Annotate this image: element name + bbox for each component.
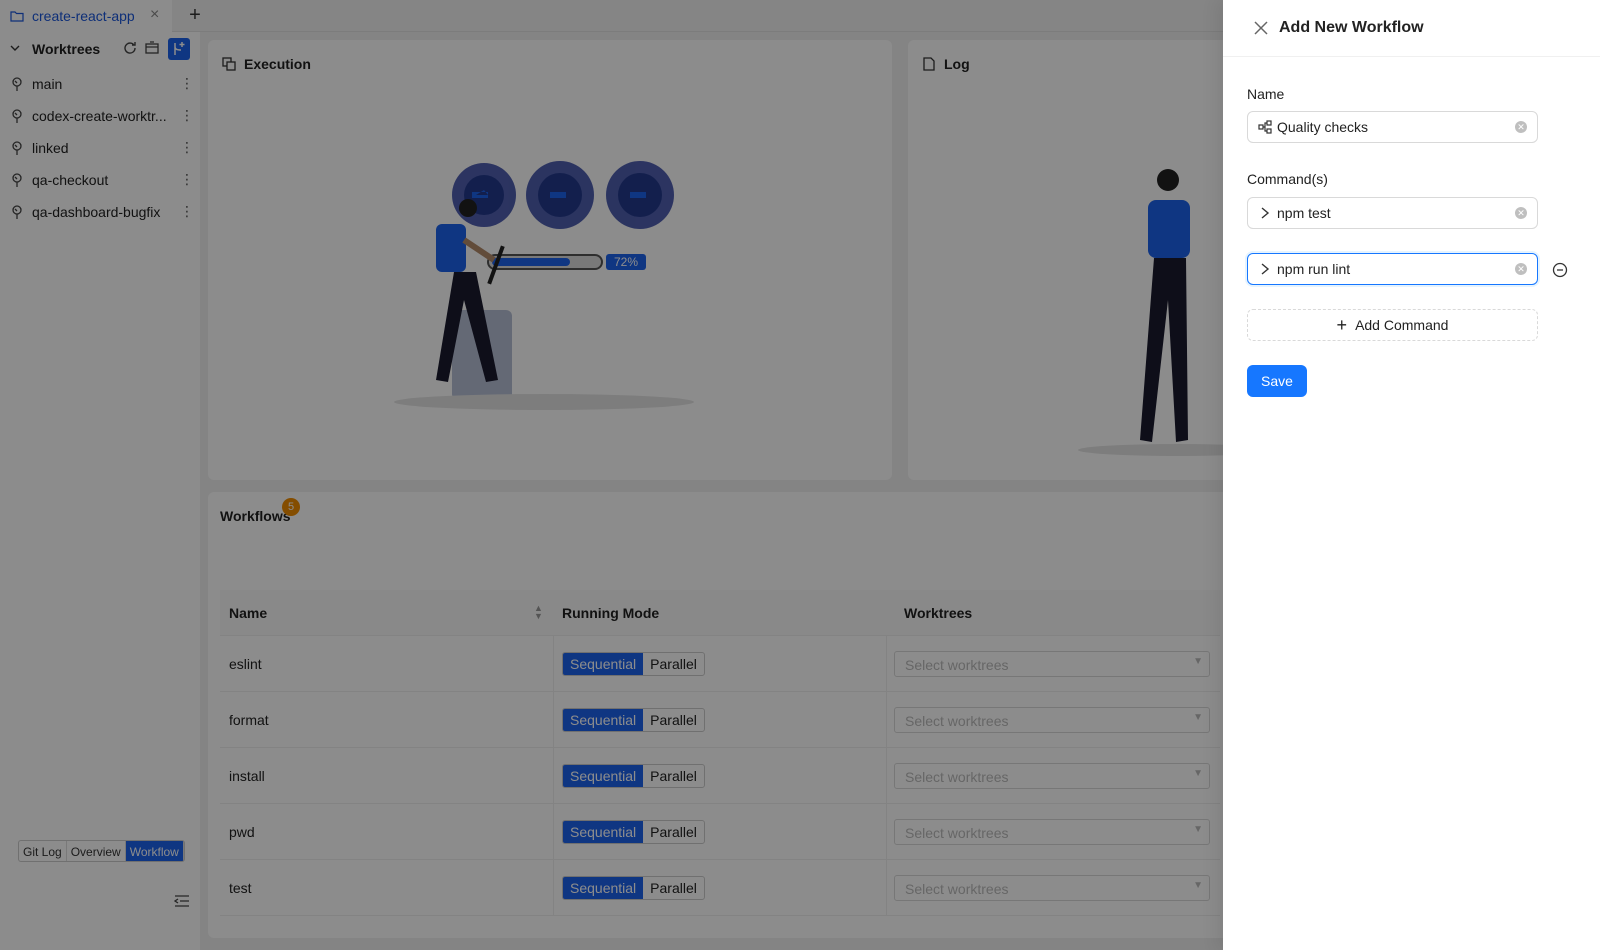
- clear-icon[interactable]: ✕: [1515, 121, 1527, 133]
- name-input[interactable]: [1277, 112, 1507, 142]
- drawer-header: Add New Workflow: [1223, 0, 1600, 57]
- chevron-right-icon: [1261, 263, 1270, 275]
- close-icon[interactable]: [1253, 20, 1269, 36]
- clear-icon[interactable]: ✕: [1515, 207, 1527, 219]
- command-field: ✕: [1247, 197, 1538, 229]
- add-command-label: Add Command: [1355, 317, 1449, 333]
- command-input[interactable]: [1277, 254, 1507, 284]
- chevron-right-icon: [1261, 207, 1270, 219]
- name-label: Name: [1247, 86, 1285, 102]
- save-button[interactable]: Save: [1247, 365, 1307, 397]
- remove-command-icon[interactable]: [1552, 262, 1568, 278]
- workflow-icon: [1258, 120, 1272, 134]
- command-input[interactable]: [1277, 198, 1507, 228]
- plus-icon: +: [1336, 315, 1348, 335]
- clear-icon[interactable]: ✕: [1515, 263, 1527, 275]
- command-field: ✕: [1247, 253, 1538, 285]
- add-workflow-drawer: Add New Workflow Name ✕ Command(s) ✕ ✕ +…: [1223, 0, 1600, 950]
- commands-label: Command(s): [1247, 171, 1328, 187]
- name-field: ✕: [1247, 111, 1538, 143]
- drawer-title: Add New Workflow: [1279, 19, 1424, 36]
- add-command-button[interactable]: + Add Command: [1247, 309, 1538, 341]
